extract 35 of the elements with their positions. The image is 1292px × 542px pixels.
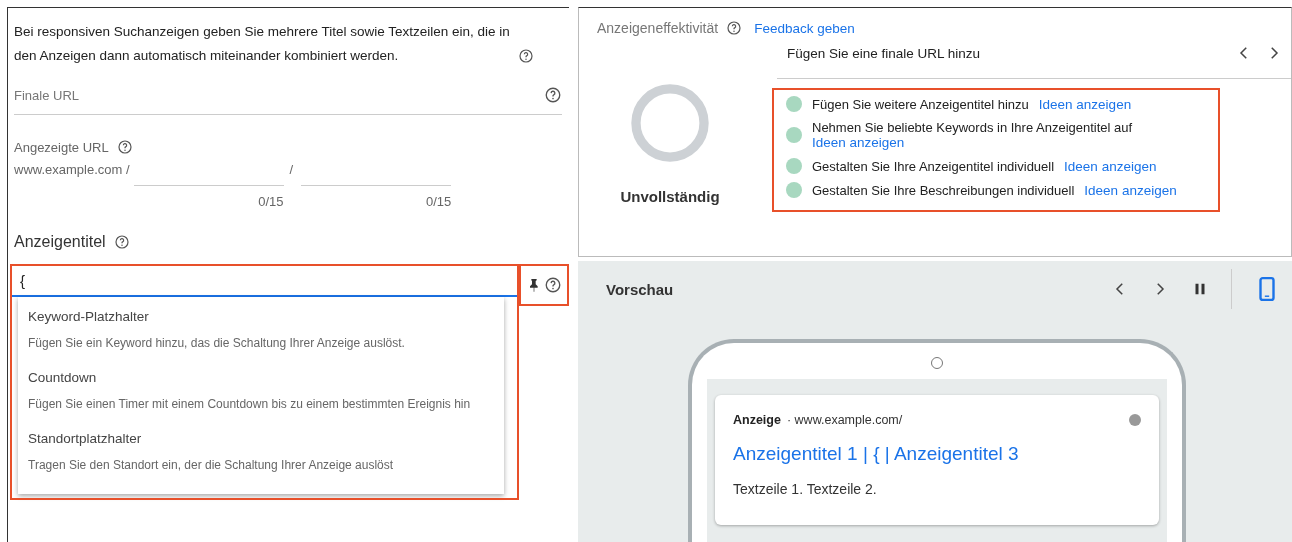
ad-headline[interactable]: Anzeigentitel 1 | { | Anzeigentitel 3 — [733, 443, 1141, 465]
help-icon[interactable] — [544, 86, 562, 104]
final-url-field[interactable]: Finale URL — [14, 87, 544, 103]
ad-description: Textzeile 1. Textzeile 2. — [733, 481, 878, 497]
character-counter: 0/15 — [425, 194, 452, 209]
show-ideas-link[interactable]: Ideen anzeigen — [812, 135, 905, 150]
separator-text: / — [289, 161, 294, 179]
ad-url: · www.example.com/ — [786, 413, 904, 427]
help-icon[interactable] — [518, 48, 534, 64]
rating-text: Unvollständig — [620, 188, 720, 205]
tip-text: Nehmen Sie beliebte Keywords in Ihre Anzeigentitel auf — [812, 120, 1133, 135]
suggestion-item[interactable]: Standortplatzhalter Tragen Sie den Standort ein, der die Schaltung Ihrer Anzeige auslöst — [18, 423, 504, 478]
field-label: Angezeigte URL — [14, 139, 109, 155]
help-icon[interactable] — [116, 139, 133, 155]
panel-title: Vorschau — [606, 280, 674, 298]
help-icon[interactable] — [726, 20, 743, 36]
info-icon — [1129, 414, 1141, 426]
suggestion-item[interactable]: Keyword-Platzhalter Fügen Sie ein Keyword hinzu, das die Schaltung Ihrer Anzeige auslöst. — [18, 301, 504, 356]
tip-text: Gestalten Sie Ihre Beschreibungen individuell — [812, 182, 1075, 198]
help-icon[interactable] — [113, 234, 130, 250]
feedback-link[interactable]: Feedback geben — [754, 20, 855, 36]
suggestion-item[interactable]: Countdown Fügen Sie einen Timer mit einem Countdown bis zu einem bestimmten Ereignis hin — [18, 362, 504, 417]
tip-text: Fügen Sie eine finale URL hinzu — [787, 45, 981, 61]
section-heading: Anzeigentitel — [14, 233, 106, 251]
show-ideas-link[interactable]: Ideen anzeigen — [1064, 158, 1157, 174]
intro-text: Bei responsiven Suchanzeigen geben Sie mehrere Titel sowie Textzeilen ein, die in den Anzeigen dann automatisch miteinander kombiniert werden. — [14, 23, 511, 65]
panel-title: Anzeigeneffektivität — [597, 20, 719, 36]
tip-text: Fügen Sie weitere Anzeigentitel hinzu — [812, 96, 1029, 112]
help-icon[interactable] — [544, 276, 563, 294]
ad-label: Anzeige — [733, 413, 781, 427]
domain-text: www.example.com / — [14, 161, 130, 179]
show-ideas-link[interactable]: Ideen anzeigen — [1038, 96, 1132, 112]
show-ideas-link[interactable]: Ideen anzeigen — [1084, 182, 1177, 198]
character-counter: 0/15 — [258, 194, 284, 209]
tip-text: Gestalten Sie Ihre Anzeigentitel individuell — [812, 158, 1055, 174]
